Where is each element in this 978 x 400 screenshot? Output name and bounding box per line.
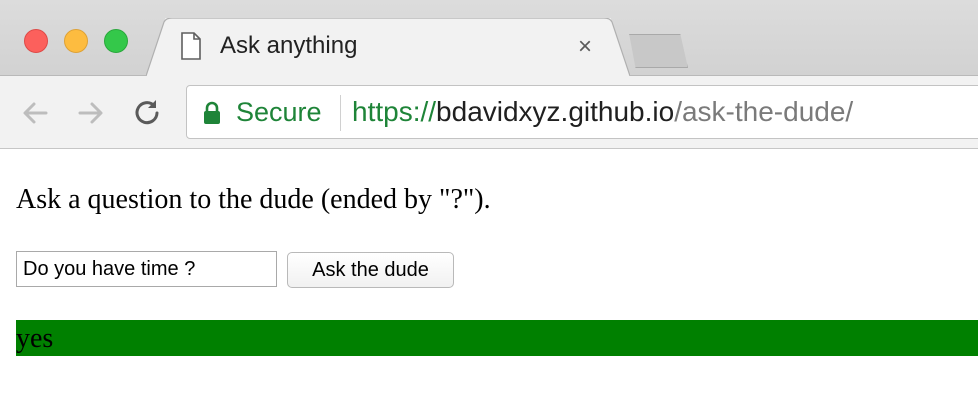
omnibox-divider <box>340 95 341 131</box>
window-maximize-button[interactable] <box>104 29 128 53</box>
document-icon <box>181 32 201 60</box>
url-path: /ask-the-dude/ <box>674 96 854 127</box>
ask-the-dude-button[interactable]: Ask the dude <box>287 252 454 288</box>
reload-icon[interactable] <box>130 96 164 130</box>
tab-close-icon[interactable]: × <box>572 34 598 60</box>
forward-arrow-icon[interactable] <box>74 96 108 130</box>
secure-label: Secure <box>236 97 322 127</box>
question-prompt: Ask a question to the dude (ended by "?"… <box>16 184 491 215</box>
window-minimize-button[interactable] <box>64 29 88 53</box>
question-input[interactable] <box>16 251 277 287</box>
url-scheme: https <box>352 96 413 127</box>
url-text[interactable]: https://bdavidxyz.github.io/ask-the-dude… <box>352 96 853 128</box>
tab-ask-anything[interactable] <box>146 18 630 77</box>
window-close-button[interactable] <box>24 29 48 53</box>
lock-icon <box>204 101 220 124</box>
back-arrow-icon[interactable] <box>18 96 52 130</box>
tab-title: Ask anything <box>220 32 358 59</box>
url-separator: :// <box>412 96 437 127</box>
url-host: bdavidxyz.github.io <box>436 96 675 127</box>
answer-box: yes <box>16 320 978 356</box>
